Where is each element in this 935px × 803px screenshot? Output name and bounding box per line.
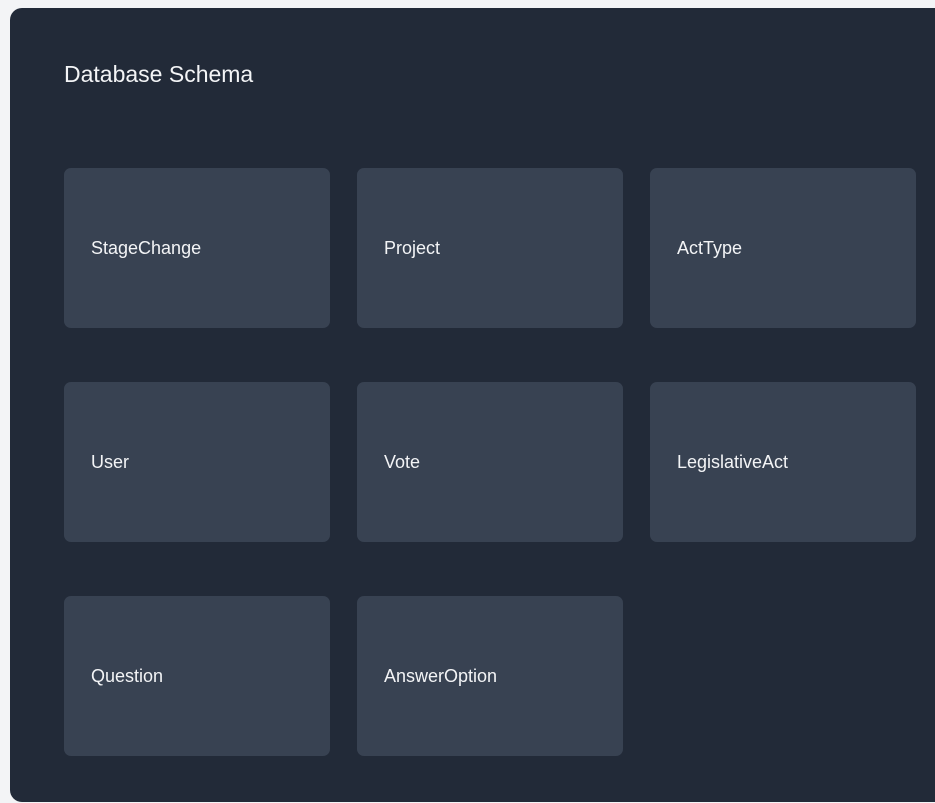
entity-card-answer-option[interactable]: AnswerOption <box>357 596 623 756</box>
entity-label: Question <box>91 666 164 686</box>
entity-card-legislative-act[interactable]: LegislativeAct <box>650 382 916 542</box>
entity-grid: StageChange Project ActType User Vote Le… <box>64 168 916 756</box>
entity-label: Project <box>384 238 441 258</box>
entity-label: LegislativeAct <box>677 452 789 472</box>
entity-card-question[interactable]: Question <box>64 596 330 756</box>
entity-card-user[interactable]: User <box>64 382 330 542</box>
entity-label: StageChange <box>91 238 202 258</box>
entity-label: Vote <box>384 452 421 472</box>
entity-label: ActType <box>677 238 743 258</box>
entity-label: User <box>91 452 130 472</box>
entity-card-project[interactable]: Project <box>357 168 623 328</box>
page-title: Database Schema <box>64 61 254 87</box>
entity-card-vote[interactable]: Vote <box>357 382 623 542</box>
entity-card-stage-change[interactable]: StageChange <box>64 168 330 328</box>
schema-panel: Database Schema StageChange Project ActT… <box>10 8 935 802</box>
entity-card-act-type[interactable]: ActType <box>650 168 916 328</box>
entity-label: AnswerOption <box>384 666 498 686</box>
